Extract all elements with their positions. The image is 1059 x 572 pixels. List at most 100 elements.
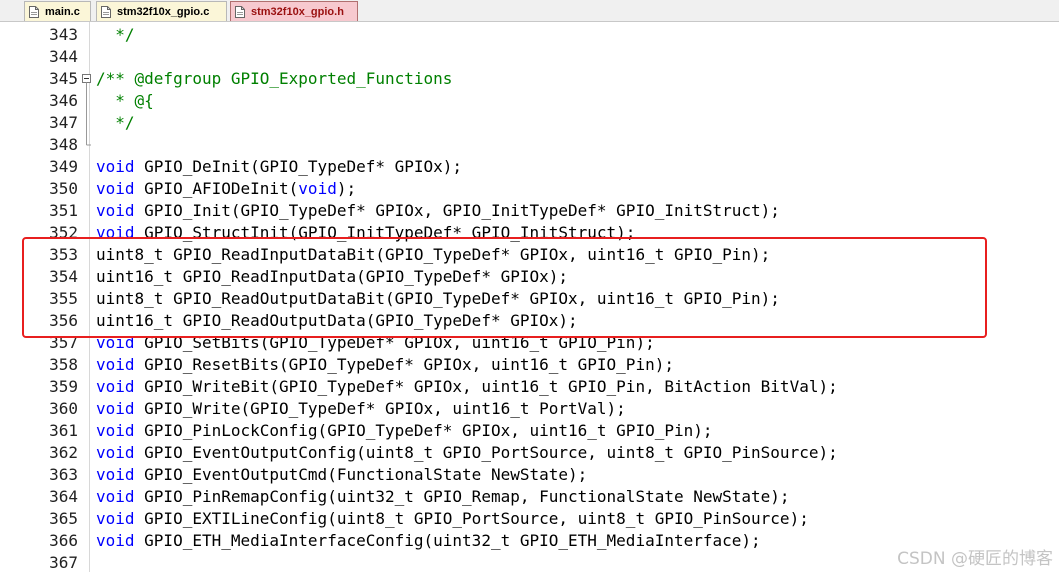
code-token: GPIO_StructInit(GPIO_InitTypeDef* GPIO_I…: [134, 223, 636, 242]
fold-margin: [80, 244, 94, 266]
tab-main-c[interactable]: main.c: [24, 1, 91, 21]
keyword-token: void: [96, 333, 135, 352]
code-line[interactable]: 343 */: [0, 24, 1059, 46]
fold-margin: [80, 156, 94, 178]
fold-margin: [80, 420, 94, 442]
code-token: GPIO_Write(GPIO_TypeDef* GPIOx, uint16_t…: [134, 399, 626, 418]
code-line[interactable]: 349 void GPIO_DeInit(GPIO_TypeDef* GPIOx)…: [0, 156, 1059, 178]
code-line[interactable]: 353 uint8_t GPIO_ReadInputDataBit(GPIO_Ty…: [0, 244, 1059, 266]
code-token: uint16_t GPIO_ReadOutputData(GPIO_TypeDe…: [96, 311, 578, 330]
fold-margin: [80, 464, 94, 486]
h-file-icon: [235, 5, 245, 18]
keyword-token: void: [96, 355, 135, 374]
code-text: void GPIO_EventOutputConfig(uint8_t GPIO…: [96, 442, 838, 464]
code-text: void GPIO_Init(GPIO_TypeDef* GPIOx, GPIO…: [96, 200, 780, 222]
code-token: GPIO_Init(GPIO_TypeDef* GPIOx, GPIO_Init…: [134, 201, 780, 220]
code-line[interactable]: 360 void GPIO_Write(GPIO_TypeDef* GPIOx, …: [0, 398, 1059, 420]
line-number: 365: [49, 509, 78, 528]
code-token: GPIO_AFIODeInit(: [134, 179, 299, 198]
code-token: );: [336, 179, 357, 198]
code-token: GPIO_PinLockConfig(GPIO_TypeDef* GPIOx, …: [134, 421, 713, 440]
keyword-token: void: [96, 443, 135, 462]
fold-margin: [80, 354, 94, 376]
tab-stm32f10x-gpio-h[interactable]: stm32f10x_gpio.h: [230, 1, 358, 21]
code-text: /** @defgroup GPIO_Exported_Functions: [96, 68, 452, 90]
keyword-token: void: [96, 157, 135, 176]
line-number: 344: [49, 47, 78, 66]
code-text: * @{: [96, 90, 154, 112]
watermark: CSDN @硬匠的博客: [897, 549, 1053, 569]
code-line[interactable]: 351 void GPIO_Init(GPIO_TypeDef* GPIOx, G…: [0, 200, 1059, 222]
code-text: uint16_t GPIO_ReadOutputData(GPIO_TypeDe…: [96, 310, 578, 332]
code-line[interactable]: 356 uint16_t GPIO_ReadOutputData(GPIO_Typ…: [0, 310, 1059, 332]
c-file-icon: [29, 5, 39, 18]
code-token: uint16_t GPIO_ReadInputData(GPIO_TypeDef…: [96, 267, 569, 286]
code-text: void GPIO_EXTILineConfig(uint8_t GPIO_Po…: [96, 508, 809, 530]
code-token: GPIO_ResetBits(GPIO_TypeDef* GPIOx, uint…: [134, 355, 674, 374]
code-token: uint8_t GPIO_ReadOutputDataBit(GPIO_Type…: [96, 289, 780, 308]
fold-collapse-icon[interactable]: [80, 68, 94, 90]
fold-margin: [80, 222, 94, 244]
code-line[interactable]: 344: [0, 46, 1059, 68]
line-number: 355: [49, 289, 78, 308]
code-line[interactable]: 354 uint16_t GPIO_ReadInputData(GPIO_Type…: [0, 266, 1059, 288]
fold-margin: [80, 266, 94, 288]
tab-label: main.c: [45, 5, 80, 18]
code-line[interactable]: 352 void GPIO_StructInit(GPIO_InitTypeDef…: [0, 222, 1059, 244]
code-token: GPIO_EventOutputCmd(FunctionalState NewS…: [134, 465, 588, 484]
code-line[interactable]: 347 */: [0, 112, 1059, 134]
code-line[interactable]: 358 void GPIO_ResetBits(GPIO_TypeDef* GPI…: [0, 354, 1059, 376]
code-line[interactable]: 345 /** @defgroup GPIO_Exported_Functions: [0, 68, 1059, 90]
line-number: 346: [49, 91, 78, 110]
line-number: 354: [49, 267, 78, 286]
fold-line: [80, 112, 94, 134]
line-number: 362: [49, 443, 78, 462]
line-number: 352: [49, 223, 78, 242]
comment-token: * @{: [96, 91, 154, 110]
line-number: 343: [49, 25, 78, 44]
code-text: void GPIO_StructInit(GPIO_InitTypeDef* G…: [96, 222, 635, 244]
fold-margin: [80, 24, 94, 46]
line-number: 366: [49, 531, 78, 550]
line-number: 361: [49, 421, 78, 440]
keyword-token: void: [96, 223, 135, 242]
code-text: void GPIO_AFIODeInit(void);: [96, 178, 356, 200]
code-token: GPIO_ETH_MediaInterfaceConfig(uint32_t G…: [134, 531, 761, 550]
code-token: GPIO_SetBits(GPIO_TypeDef* GPIOx, uint16…: [134, 333, 655, 352]
keyword-token: void: [96, 509, 135, 528]
line-number: 347: [49, 113, 78, 132]
code-line[interactable]: 355 uint8_t GPIO_ReadOutputDataBit(GPIO_T…: [0, 288, 1059, 310]
code-text: void GPIO_PinRemapConfig(uint32_t GPIO_R…: [96, 486, 790, 508]
code-line[interactable]: 346 * @{: [0, 90, 1059, 112]
code-line[interactable]: 361 void GPIO_PinLockConfig(GPIO_TypeDef*…: [0, 420, 1059, 442]
code-text: void GPIO_Write(GPIO_TypeDef* GPIOx, uin…: [96, 398, 626, 420]
code-editor[interactable]: 343 */344 345/** @defgroup GPIO_Exported_…: [0, 22, 1059, 572]
keyword-token: void: [96, 487, 135, 506]
line-number: 357: [49, 333, 78, 352]
fold-margin: [80, 508, 94, 530]
line-number: 367: [49, 553, 78, 572]
code-text: void GPIO_ResetBits(GPIO_TypeDef* GPIOx,…: [96, 354, 674, 376]
code-line[interactable]: 348: [0, 134, 1059, 156]
code-line[interactable]: 364 void GPIO_PinRemapConfig(uint32_t GPI…: [0, 486, 1059, 508]
fold-margin: [80, 442, 94, 464]
c-file-icon: [101, 5, 111, 18]
fold-margin: [80, 486, 94, 508]
code-text: void GPIO_EventOutputCmd(FunctionalState…: [96, 464, 587, 486]
code-line[interactable]: 359 void GPIO_WriteBit(GPIO_TypeDef* GPIO…: [0, 376, 1059, 398]
fold-margin: [80, 46, 94, 68]
keyword-token: void: [96, 201, 135, 220]
line-number: 360: [49, 399, 78, 418]
code-line[interactable]: 357 void GPIO_SetBits(GPIO_TypeDef* GPIOx…: [0, 332, 1059, 354]
code-line[interactable]: 362 void GPIO_EventOutputConfig(uint8_t G…: [0, 442, 1059, 464]
tab-stm32f10x-gpio-c[interactable]: stm32f10x_gpio.c: [96, 1, 227, 21]
code-text: void GPIO_ETH_MediaInterfaceConfig(uint3…: [96, 530, 761, 552]
editor-tab-bar: main.c stm32f10x_gpio.c stm32f10x_gpio.h: [0, 0, 1059, 22]
line-number: 348: [49, 135, 78, 154]
code-line[interactable]: 365 void GPIO_EXTILineConfig(uint8_t GPIO…: [0, 508, 1059, 530]
code-token: GPIO_EventOutputConfig(uint8_t GPIO_Port…: [134, 443, 838, 462]
code-line[interactable]: 350 void GPIO_AFIODeInit(void);: [0, 178, 1059, 200]
fold-margin: [80, 200, 94, 222]
code-text: void GPIO_WriteBit(GPIO_TypeDef* GPIOx, …: [96, 376, 838, 398]
code-line[interactable]: 363 void GPIO_EventOutputCmd(FunctionalSt…: [0, 464, 1059, 486]
